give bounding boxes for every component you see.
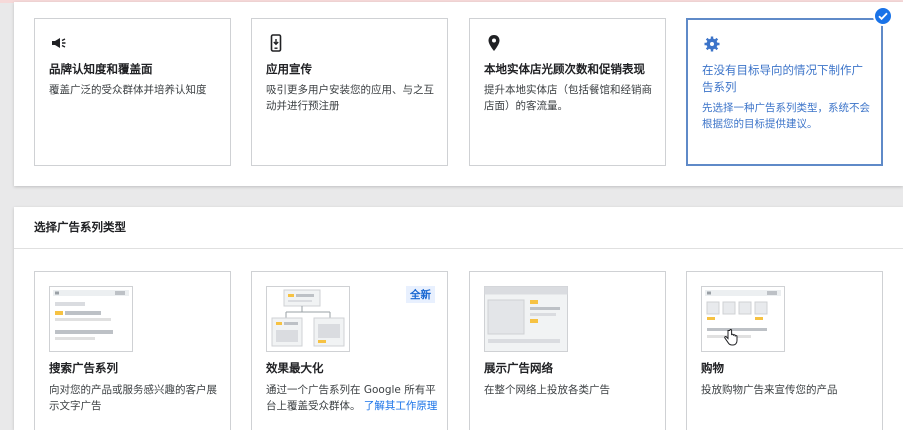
campaign-type-performance-max[interactable]: 全新 效果最大化 通过一个广告系列在 Google 所有平台上覆盖受众群体。 了… [251,271,448,430]
campaign-type-title: 购物 [701,361,724,375]
performance-max-illustration-icon [266,286,350,352]
campaign-type-shopping[interactable]: 购物 投放购物广告来宣传您的产品 [686,271,883,430]
megaphone-icon [52,38,66,48]
goal-description: 先选择一种广告系列类型，系统不会根据您的目标提供建议。 [702,102,870,130]
goal-title: 品牌认知度和覆盖面 [49,62,153,76]
goal-title: 应用宣传 [266,62,312,76]
goal-card-brand-awareness[interactable]: 品牌认知度和覆盖面 覆盖广泛的受众群体并培养认知度 [34,18,231,166]
gear-icon [704,36,720,52]
display-campaign-illustration-icon [484,286,568,352]
goals-panel: 品牌认知度和覆盖面 覆盖广泛的受众群体并培养认知度 应用宣传 吸引更多用户安装您… [14,2,903,186]
campaign-type-search[interactable]: 搜索广告系列 向对您的产品或服务感兴趣的客户展示文字广告 [34,271,231,430]
campaign-type-panel: 选择广告系列类型 搜索广告系列 向对您的产品或服务感兴趣的客户展示文字广告 全新… [14,207,903,430]
shopping-campaign-illustration-icon [701,286,785,352]
goal-card-app-promotion[interactable]: 应用宣传 吸引更多用户安装您的应用、与之互动并进行预注册 [251,18,448,166]
learn-how-it-works-link[interactable]: 了解其工作原理 [364,400,438,412]
new-badge: 全新 [406,286,435,303]
divider [14,248,903,249]
section-title: 选择广告系列类型 [34,220,126,234]
goal-title: 在没有目标导向的情况下制作广告系列 [702,63,863,94]
selected-check-icon [873,6,893,26]
location-pin-icon [488,35,500,51]
goal-description: 覆盖广泛的受众群体并培养认知度 [49,84,207,96]
campaign-type-description: 向对您的产品或服务感兴趣的客户展示文字广告 [49,384,217,412]
campaign-type-description: 在整个网络上投放各类广告 [484,384,610,396]
goal-description: 提升本地实体店（包括餐馆和经销商店面）的客流量。 [484,84,652,112]
campaign-type-description: 通过一个广告系列在 Google 所有平台上覆盖受众群体。 了解其工作原理 [266,382,444,414]
search-campaign-illustration-icon [49,286,133,352]
phone-icon [270,34,282,52]
goal-card-local-store-visits[interactable]: 本地实体店光顾次数和促销表现 提升本地实体店（包括餐馆和经销商店面）的客流量。 [469,18,666,166]
campaign-type-title: 展示广告网络 [484,361,553,375]
campaign-type-description: 投放购物广告来宣传您的产品 [701,384,838,396]
campaign-type-display[interactable]: 展示广告网络 在整个网络上投放各类广告 [469,271,666,430]
goal-card-no-goal[interactable]: 在没有目标导向的情况下制作广告系列 先选择一种广告系列类型，系统不会根据您的目标… [686,6,893,166]
campaign-type-title: 搜索广告系列 [49,361,118,375]
goal-title: 本地实体店光顾次数和促销表现 [484,62,645,76]
campaign-type-title: 效果最大化 [266,361,324,375]
goal-description: 吸引更多用户安装您的应用、与之互动并进行预注册 [266,84,434,112]
hand-cursor-icon [724,329,738,346]
